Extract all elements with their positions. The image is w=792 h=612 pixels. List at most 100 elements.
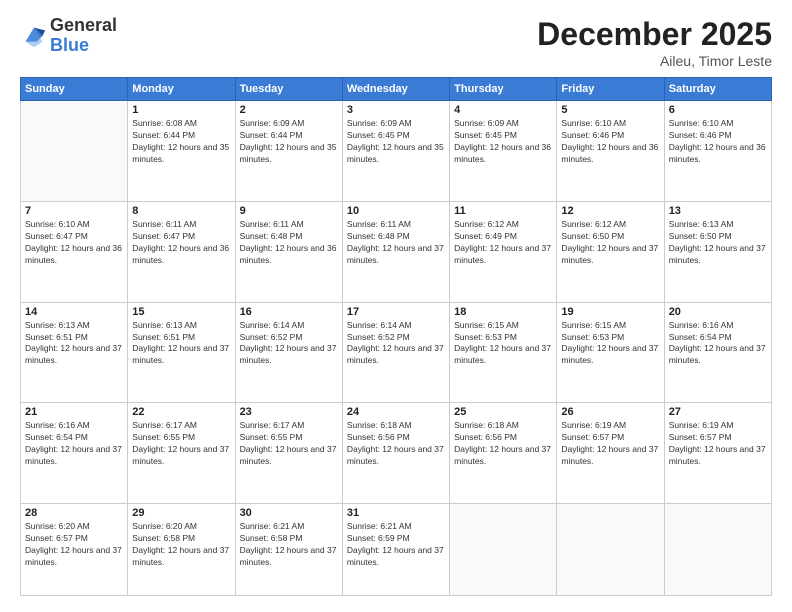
month-title: December 2025 [537,16,772,53]
calendar-cell [664,504,771,596]
day-info: Sunrise: 6:18 AMSunset: 6:56 PMDaylight:… [347,420,445,468]
day-info: Sunrise: 6:17 AMSunset: 6:55 PMDaylight:… [132,420,230,468]
day-number: 26 [561,406,659,418]
day-number: 25 [454,406,552,418]
calendar-cell: 14Sunrise: 6:13 AMSunset: 6:51 PMDayligh… [21,302,128,403]
logo-icon [20,22,48,50]
day-info: Sunrise: 6:12 AMSunset: 6:49 PMDaylight:… [454,219,552,267]
calendar-cell: 17Sunrise: 6:14 AMSunset: 6:52 PMDayligh… [342,302,449,403]
calendar-cell: 19 Sunrise: 6:15 AMSunset: 6:53 PMDayligh… [557,302,664,403]
col-friday: Friday [557,78,664,101]
day-number: 21 [25,406,123,418]
calendar-cell: 9 Sunrise: 6:11 AMSunset: 6:48 PMDaylight… [235,201,342,302]
day-info: Sunrise: 6:20 AMSunset: 6:58 PMDaylight:… [132,521,230,569]
col-thursday: Thursday [450,78,557,101]
logo-blue: Blue [50,35,89,55]
day-number: 3 [347,104,445,116]
day-number: 17 [347,306,445,318]
day-number: 29 [132,507,230,519]
calendar-cell: 26 Sunrise: 6:19 AMSunset: 6:57 PMDayligh… [557,403,664,504]
calendar-cell: 13 Sunrise: 6:13 AMSunset: 6:50 PMDayligh… [664,201,771,302]
day-number: 23 [240,406,338,418]
calendar-cell [450,504,557,596]
calendar-cell: 23 Sunrise: 6:17 AMSunset: 6:55 PMDayligh… [235,403,342,504]
day-number: 4 [454,104,552,116]
day-info: Sunrise: 6:12 AMSunset: 6:50 PMDaylight:… [561,219,659,267]
day-number: 16 [240,306,338,318]
col-sunday: Sunday [21,78,128,101]
calendar-cell: 3 Sunrise: 6:09 AMSunset: 6:45 PMDaylight… [342,101,449,202]
day-info: Sunrise: 6:10 AMSunset: 6:46 PMDaylight:… [561,118,659,166]
calendar-cell: 28Sunrise: 6:20 AMSunset: 6:57 PMDayligh… [21,504,128,596]
calendar-cell: 2 Sunrise: 6:09 AMSunset: 6:44 PMDaylight… [235,101,342,202]
calendar-cell: 22 Sunrise: 6:17 AMSunset: 6:55 PMDayligh… [128,403,235,504]
day-info: Sunrise: 6:13 AMSunset: 6:51 PMDaylight:… [25,320,123,368]
day-number: 9 [240,205,338,217]
day-info: Sunrise: 6:16 AMSunset: 6:54 PMDaylight:… [669,320,767,368]
day-number: 18 [454,306,552,318]
calendar-header-row: Sunday Monday Tuesday Wednesday Thursday… [21,78,772,101]
day-number: 10 [347,205,445,217]
calendar-table: Sunday Monday Tuesday Wednesday Thursday… [20,77,772,596]
calendar-week-2: 14Sunrise: 6:13 AMSunset: 6:51 PMDayligh… [21,302,772,403]
calendar-cell: 31Sunrise: 6:21 AMSunset: 6:59 PMDayligh… [342,504,449,596]
calendar-week-1: 7Sunrise: 6:10 AMSunset: 6:47 PMDaylight… [21,201,772,302]
calendar-week-4: 28Sunrise: 6:20 AMSunset: 6:57 PMDayligh… [21,504,772,596]
day-info: Sunrise: 6:13 AMSunset: 6:50 PMDaylight:… [669,219,767,267]
day-info: Sunrise: 6:19 AMSunset: 6:57 PMDaylight:… [669,420,767,468]
day-info: Sunrise: 6:14 AMSunset: 6:52 PMDaylight:… [240,320,338,368]
page: General Blue December 2025 Aileu, Timor … [0,0,792,612]
day-number: 28 [25,507,123,519]
calendar-cell: 27 Sunrise: 6:19 AMSunset: 6:57 PMDayligh… [664,403,771,504]
day-info: Sunrise: 6:11 AMSunset: 6:47 PMDaylight:… [132,219,230,267]
calendar-cell: 11 Sunrise: 6:12 AMSunset: 6:49 PMDayligh… [450,201,557,302]
calendar-cell: 12 Sunrise: 6:12 AMSunset: 6:50 PMDayligh… [557,201,664,302]
calendar-cell: 7Sunrise: 6:10 AMSunset: 6:47 PMDaylight… [21,201,128,302]
day-info: Sunrise: 6:09 AMSunset: 6:45 PMDaylight:… [347,118,445,166]
day-number: 27 [669,406,767,418]
col-saturday: Saturday [664,78,771,101]
calendar-cell: 20 Sunrise: 6:16 AMSunset: 6:54 PMDayligh… [664,302,771,403]
calendar-cell: 15Sunrise: 6:13 AMSunset: 6:51 PMDayligh… [128,302,235,403]
day-info: Sunrise: 6:09 AMSunset: 6:45 PMDaylight:… [454,118,552,166]
calendar-cell: 1Sunrise: 6:08 AMSunset: 6:44 PMDaylight… [128,101,235,202]
logo: General Blue [20,16,117,56]
day-info: Sunrise: 6:17 AMSunset: 6:55 PMDaylight:… [240,420,338,468]
day-info: Sunrise: 6:15 AMSunset: 6:53 PMDaylight:… [561,320,659,368]
col-tuesday: Tuesday [235,78,342,101]
day-number: 20 [669,306,767,318]
day-info: Sunrise: 6:09 AMSunset: 6:44 PMDaylight:… [240,118,338,166]
calendar-week-0: 1Sunrise: 6:08 AMSunset: 6:44 PMDaylight… [21,101,772,202]
day-number: 31 [347,507,445,519]
day-number: 11 [454,205,552,217]
day-number: 12 [561,205,659,217]
day-number: 13 [669,205,767,217]
calendar-cell: 8 Sunrise: 6:11 AMSunset: 6:47 PMDaylight… [128,201,235,302]
col-monday: Monday [128,78,235,101]
day-info: Sunrise: 6:11 AMSunset: 6:48 PMDaylight:… [240,219,338,267]
calendar-cell [557,504,664,596]
day-info: Sunrise: 6:21 AMSunset: 6:58 PMDaylight:… [240,521,338,569]
day-number: 8 [132,205,230,217]
day-info: Sunrise: 6:19 AMSunset: 6:57 PMDaylight:… [561,420,659,468]
day-info: Sunrise: 6:11 AMSunset: 6:48 PMDaylight:… [347,219,445,267]
calendar-cell: 30Sunrise: 6:21 AMSunset: 6:58 PMDayligh… [235,504,342,596]
calendar-cell: 6Sunrise: 6:10 AMSunset: 6:46 PMDaylight… [664,101,771,202]
day-number: 5 [561,104,659,116]
calendar-cell [21,101,128,202]
calendar-cell: 16 Sunrise: 6:14 AMSunset: 6:52 PMDayligh… [235,302,342,403]
calendar-week-3: 21Sunrise: 6:16 AMSunset: 6:54 PMDayligh… [21,403,772,504]
day-number: 22 [132,406,230,418]
location: Aileu, Timor Leste [537,53,772,69]
calendar-cell: 25 Sunrise: 6:18 AMSunset: 6:56 PMDayligh… [450,403,557,504]
day-number: 2 [240,104,338,116]
logo-text: General Blue [50,16,117,56]
day-number: 19 [561,306,659,318]
day-info: Sunrise: 6:10 AMSunset: 6:46 PMDaylight:… [669,118,767,166]
calendar-cell: 5 Sunrise: 6:10 AMSunset: 6:46 PMDaylight… [557,101,664,202]
day-info: Sunrise: 6:18 AMSunset: 6:56 PMDaylight:… [454,420,552,468]
calendar-cell: 21Sunrise: 6:16 AMSunset: 6:54 PMDayligh… [21,403,128,504]
day-info: Sunrise: 6:13 AMSunset: 6:51 PMDaylight:… [132,320,230,368]
title-section: December 2025 Aileu, Timor Leste [537,16,772,69]
logo-general: General [50,15,117,35]
